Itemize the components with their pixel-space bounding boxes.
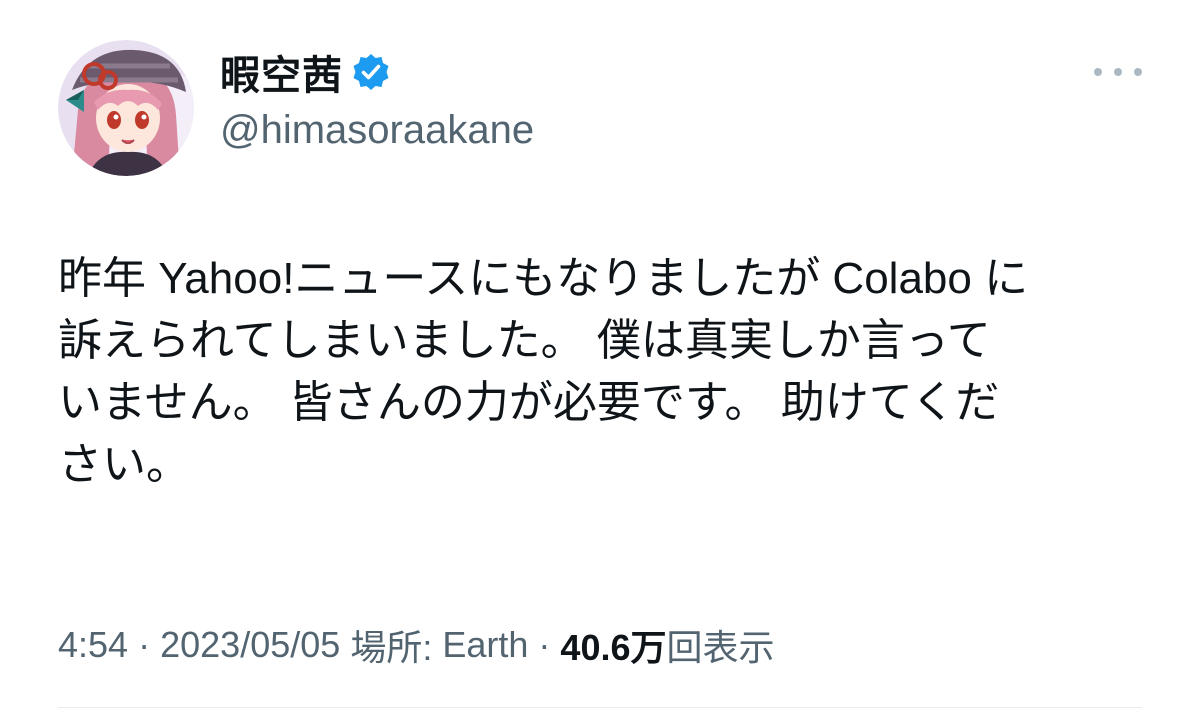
separator-dot-2: · (538, 624, 551, 665)
location-value: Earth (442, 624, 529, 665)
views-count[interactable]: 40.6万 (560, 619, 666, 671)
separator (128, 624, 138, 666)
tweet-time[interactable]: 4:54 (58, 624, 128, 666)
location-label: 場所: (350, 627, 433, 668)
tweet-date[interactable]: 2023/05/05 (160, 624, 340, 666)
views-label: 回表示 (666, 627, 775, 668)
tweet-metadata: 4:54 · 2023/05/05 場所: Earth · 40.6万 回表示 (58, 620, 775, 670)
name-row: 暇空茜 (220, 44, 391, 100)
verified-badge-icon (351, 52, 391, 92)
user-handle[interactable]: @himasoraakane (220, 108, 534, 153)
tweet-text: 昨年 Yahoo!ニュースにもなりましたが Colabo に 訴えられてしまいま… (58, 254, 1029, 489)
display-name[interactable]: 暇空茜 (220, 43, 343, 101)
separator-dot: · (138, 624, 151, 665)
avatar[interactable] (58, 40, 194, 176)
more-options-icon[interactable] (1094, 60, 1142, 84)
divider (58, 707, 1142, 708)
avatar-image (58, 40, 194, 176)
tweet-card: 暇空茜 @himasoraakane 昨年 Yahoo!ニュースにもなりましたが… (0, 0, 1200, 721)
